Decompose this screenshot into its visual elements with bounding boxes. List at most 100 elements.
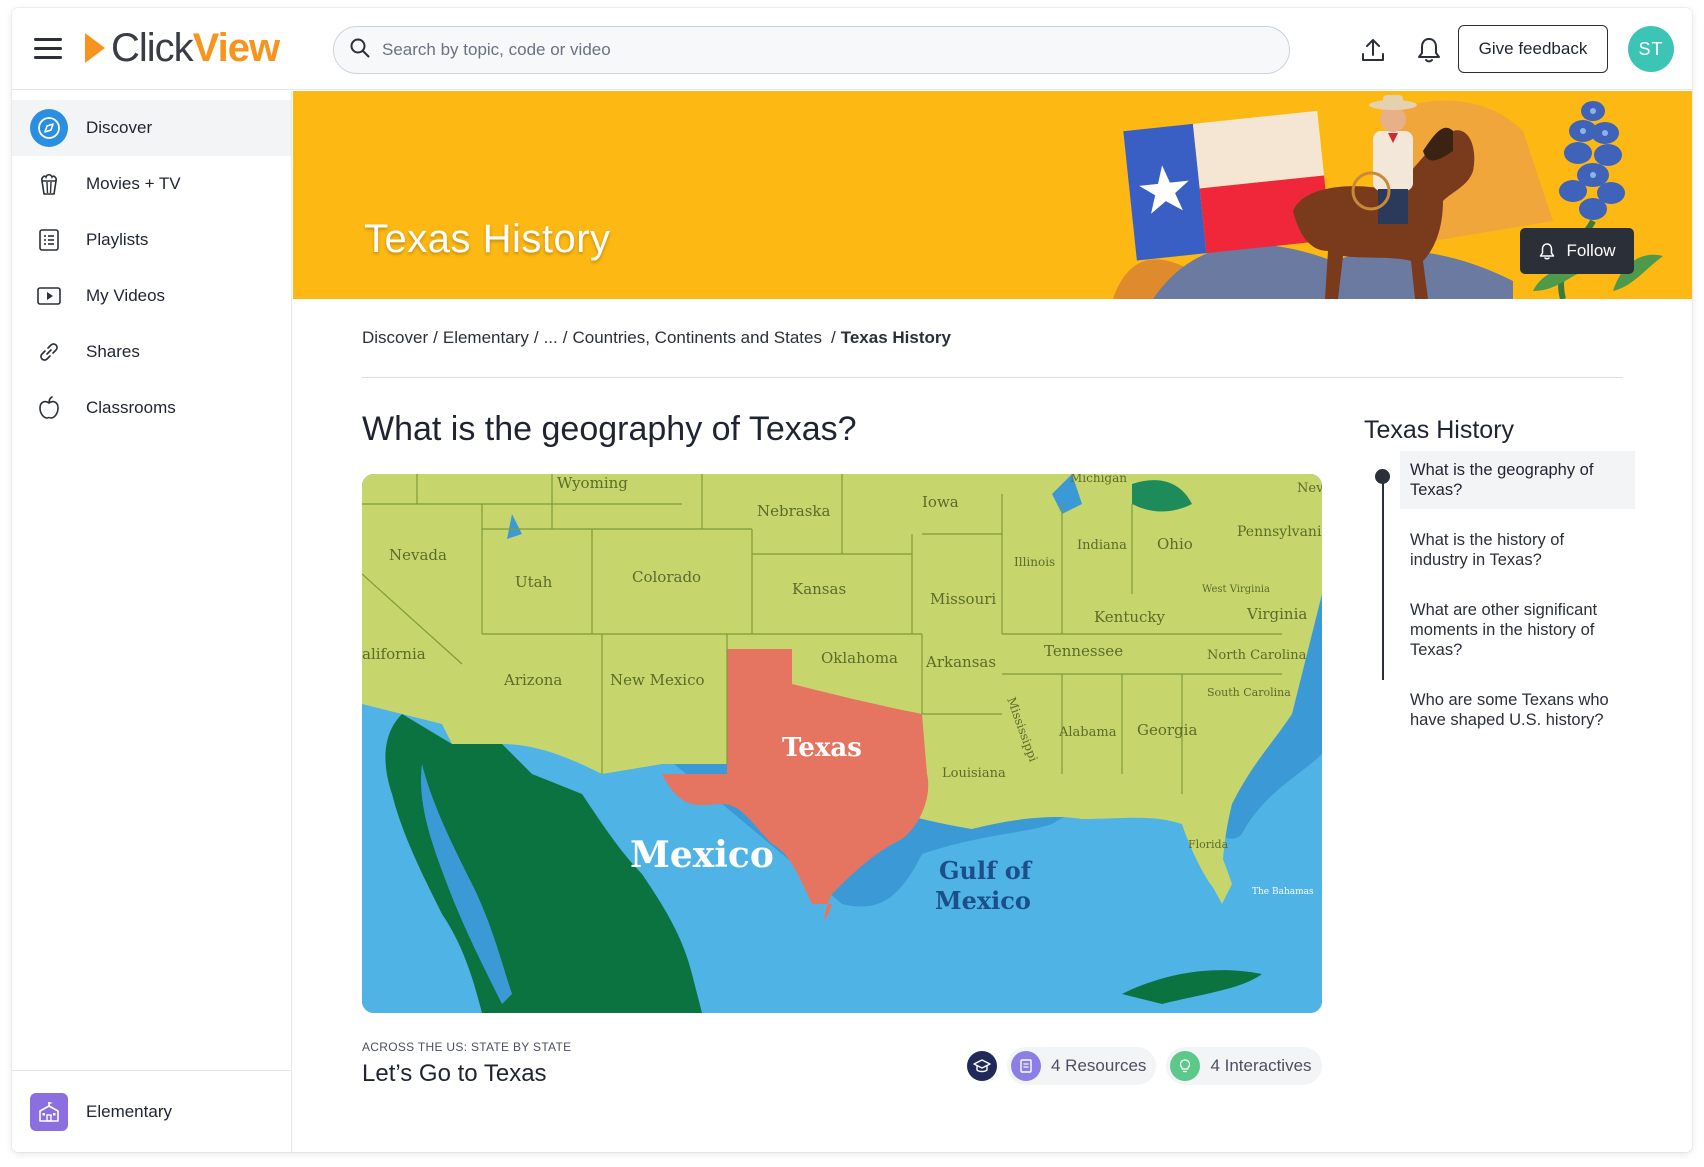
lightbulb-icon xyxy=(1170,1051,1201,1081)
map-label-michigan: Michigan xyxy=(1070,474,1127,485)
us-map-image: Wyoming Michigan Nev Nebraska Iowa Nevad… xyxy=(362,474,1322,1013)
map-label-north-carolina: North Carolina xyxy=(1207,648,1307,663)
school-switcher[interactable]: Elementary xyxy=(12,1070,291,1152)
apple-icon xyxy=(30,389,68,427)
sidebar-item-movies-tv[interactable]: Movies + TV xyxy=(12,156,291,212)
document-icon xyxy=(1011,1051,1041,1081)
notifications-bell-icon[interactable] xyxy=(1409,30,1449,70)
map-label-mexico: Mexico xyxy=(630,834,774,876)
sidebar-item-label: Classrooms xyxy=(86,398,176,417)
interactives-label: 4 Interactives xyxy=(1210,1056,1312,1075)
resources-chip[interactable]: 4 Resources xyxy=(1007,1047,1157,1085)
map-label-wyoming: Wyoming xyxy=(557,474,628,492)
sidebar-item-classrooms[interactable]: Classrooms xyxy=(12,380,291,436)
toc-item[interactable]: What is the history of industry in Texas… xyxy=(1400,521,1635,579)
divider xyxy=(362,377,1623,378)
map-label-indiana: Indiana xyxy=(1077,538,1127,553)
map-label-bahamas: The Bahamas xyxy=(1252,887,1314,897)
logo-text-view: View xyxy=(192,25,280,70)
sidebar-item-label: Shares xyxy=(86,342,140,361)
map-label-texas: Texas xyxy=(782,733,862,763)
map-label-tennessee: Tennessee xyxy=(1044,642,1123,660)
topic-banner: Texas History Follow xyxy=(293,91,1692,299)
map-label-colorado: Colorado xyxy=(632,568,701,586)
map-label-south-carolina: South Carolina xyxy=(1207,686,1291,699)
map-label-west-virginia: West Virginia xyxy=(1202,584,1270,595)
banner-title: Texas History xyxy=(364,217,611,261)
clickview-logo[interactable]: Click View xyxy=(85,25,280,70)
map-label-florida: Florida xyxy=(1188,838,1229,851)
breadcrumb-discover[interactable]: Discover xyxy=(362,328,428,347)
toc-item[interactable]: Who are some Texans who have shaped U.S.… xyxy=(1400,681,1635,739)
sidebar-item-my-videos[interactable]: My Videos xyxy=(12,268,291,324)
app-window: ClickView Give feedback ST Discover xyxy=(12,8,1692,1152)
give-feedback-button[interactable]: Give feedback xyxy=(1458,25,1608,73)
breadcrumb-current: Texas History xyxy=(840,328,951,347)
video-thumbnail[interactable]: Wyoming Michigan Nev Nebraska Iowa Nevad… xyxy=(362,474,1322,1013)
map-label-new: Nev xyxy=(1297,481,1322,496)
school-label: Elementary xyxy=(86,1101,172,1121)
map-label-alabama: Alabama xyxy=(1058,725,1117,740)
map-label-utah: Utah xyxy=(515,573,553,591)
breadcrumb-countries[interactable]: Countries, Continents and States xyxy=(572,328,821,347)
logo-text-click: Click xyxy=(111,25,194,70)
series-label: ACROSS THE US: STATE BY STATE xyxy=(362,1040,572,1054)
school-icon xyxy=(30,1092,68,1131)
video-title[interactable]: Let’s Go to Texas xyxy=(362,1060,547,1088)
map-label-kansas: Kansas xyxy=(792,580,846,598)
map-label-arkansas: Arkansas xyxy=(925,653,996,671)
map-label-louisiana: Louisiana xyxy=(942,766,1006,781)
resources-label: 4 Resources xyxy=(1051,1056,1147,1075)
search-input[interactable] xyxy=(382,40,1262,60)
map-label-georgia: Georgia xyxy=(1137,721,1197,739)
sidebar-item-label: Movies + TV xyxy=(86,174,181,193)
follow-button[interactable]: Follow xyxy=(1520,228,1634,274)
search-box[interactable] xyxy=(333,26,1290,74)
follow-label: Follow xyxy=(1566,241,1616,260)
breadcrumb-ellipsis[interactable]: ... xyxy=(544,328,558,347)
map-label-california: alifornia xyxy=(362,645,426,663)
sidebar-item-playlists[interactable]: Playlists xyxy=(12,212,291,268)
search-icon xyxy=(350,38,370,63)
map-label-gulf-line2: Mexico xyxy=(935,886,1031,915)
play-logo-icon xyxy=(85,33,105,63)
toc-timeline xyxy=(1382,476,1384,680)
compass-icon xyxy=(30,109,68,147)
sidebar-item-shares[interactable]: Shares xyxy=(12,324,291,380)
map-label-virginia: Virginia xyxy=(1246,605,1307,623)
sidebar: Discover Movies + TV Playlists My Videos xyxy=(12,91,292,1152)
breadcrumb: Discover / Elementary /... / Countries, Conti… xyxy=(362,328,951,347)
graduation-cap-icon[interactable] xyxy=(967,1051,997,1081)
list-icon xyxy=(30,221,68,259)
map-label-iowa: Iowa xyxy=(922,493,959,511)
toc-current-dot xyxy=(1375,469,1390,484)
question-title: What is the geography of Texas? xyxy=(362,410,857,448)
map-label-kentucky: Kentucky xyxy=(1094,608,1166,626)
toc-item[interactable]: What are other significant moments in th… xyxy=(1400,591,1635,669)
toc-title: Texas History xyxy=(1364,416,1515,444)
menu-icon[interactable] xyxy=(34,38,62,60)
map-label-missouri: Missouri xyxy=(930,590,996,608)
texas-illustration xyxy=(1113,95,1663,299)
link-icon xyxy=(30,333,68,371)
upload-icon[interactable] xyxy=(1353,30,1393,70)
bell-icon xyxy=(1540,243,1555,260)
top-bar: ClickView Give feedback ST xyxy=(12,8,1692,90)
breadcrumb-elementary[interactable]: Elementary xyxy=(443,328,529,347)
video-play-icon xyxy=(30,277,68,315)
video-resource-chips: 4 Resources 4 Interactives xyxy=(967,1047,1322,1085)
sidebar-item-label: Discover xyxy=(86,118,153,137)
map-label-nevada: Nevada xyxy=(389,546,447,564)
sidebar-item-discover[interactable]: Discover xyxy=(12,100,291,156)
toc-item[interactable]: What is the geography of Texas? xyxy=(1400,451,1635,509)
sidebar-item-label: Playlists xyxy=(86,230,149,249)
map-label-arizona: Arizona xyxy=(503,671,562,689)
sidebar-item-label: My Videos xyxy=(86,286,166,305)
map-label-new-mexico: New Mexico xyxy=(610,671,705,689)
map-label-illinois: Illinois xyxy=(1014,555,1055,569)
user-avatar[interactable]: ST xyxy=(1628,26,1674,72)
interactives-chip[interactable]: 4 Interactives xyxy=(1166,1047,1322,1085)
popcorn-icon xyxy=(30,165,68,203)
sidebar-nav: Discover Movies + TV Playlists My Videos xyxy=(12,91,291,436)
toc-list: What is the geography of Texas? What is … xyxy=(1400,451,1635,739)
